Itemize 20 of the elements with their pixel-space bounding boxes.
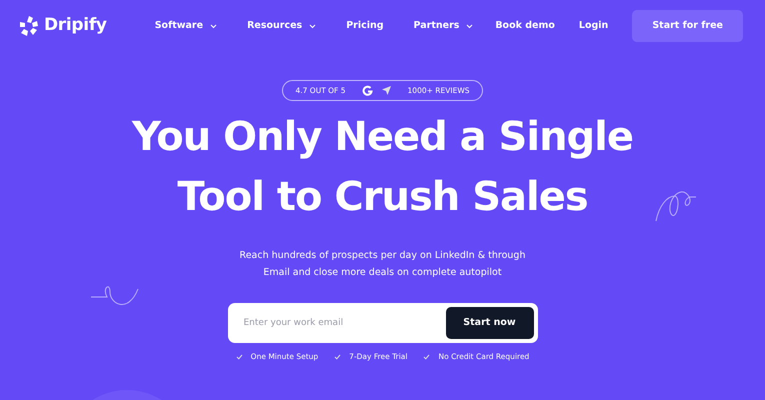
check-icon [423, 354, 430, 360]
logo-icon [18, 15, 40, 37]
subtitle-text: Email and close more deals on complete autopilot [262, 266, 503, 280]
nav-link[interactable]: Resources [247, 18, 316, 34]
g2-logo-icon [362, 85, 373, 96]
start-now-button[interactable]: Start now [446, 307, 534, 340]
book-demo-link[interactable]: Book demo [495, 18, 555, 34]
check-icon [236, 354, 243, 360]
nav-link[interactable]: Partners [414, 18, 474, 34]
login-link[interactable]: Login [578, 18, 608, 34]
brand-logo[interactable]: Dripify [18, 13, 107, 39]
nav-link[interactable]: Software [154, 18, 218, 34]
email-signup-form[interactable]: Enter your work email Start now [228, 303, 538, 344]
send-arrow-icon [380, 85, 392, 96]
check-icon [334, 354, 342, 360]
headline: You Only Need a Single [132, 113, 634, 162]
start-for-free-button[interactable]: Start for free [632, 10, 743, 42]
headline: Tool to Crush Sales [176, 173, 589, 222]
subtitle-text: Reach hundreds of prospects per day on LinkedIn & through [240, 249, 526, 264]
nav-link[interactable]: Pricing [346, 18, 384, 34]
